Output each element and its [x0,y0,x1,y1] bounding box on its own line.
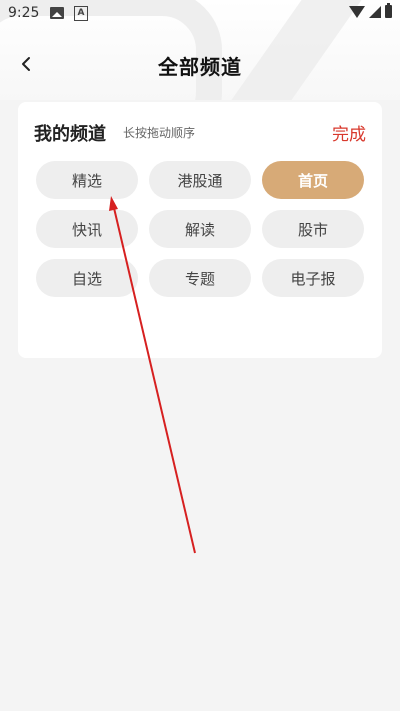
status-bar: 9:25 A [0,0,400,28]
page-title: 全部频道 [158,55,242,79]
signal-icon [369,5,381,18]
channel-chip-jiedu[interactable]: 解读 [149,210,251,248]
channel-chip-dianzibao[interactable]: 电子报 [262,259,364,297]
done-button[interactable]: 完成 [332,120,366,145]
channel-chip-jingxuan[interactable]: 精选 [36,161,138,199]
status-time: 9:25 [8,5,40,21]
status-right-icons [349,3,392,18]
channel-chip-zhuanti[interactable]: 专题 [149,259,251,297]
my-channels-card: 我的频道 长按拖动顺序 完成 精选 港股通 首页 快讯 解读 股市 自选 专题 … [18,102,382,358]
channel-chip-zixuan[interactable]: 自选 [36,259,138,297]
my-channels-title: 我的频道 [34,124,106,145]
a-notification-icon: A [74,6,88,21]
drag-hint: 长按拖动顺序 [123,126,196,140]
wifi-icon [349,5,365,18]
card-header: 我的频道 长按拖动顺序 完成 [34,120,366,146]
channel-chip-ganggutong[interactable]: 港股通 [149,161,251,199]
nav-bar: 全部频道 [0,42,400,86]
battery-icon [385,3,392,18]
channel-chip-gushi[interactable]: 股市 [262,210,364,248]
channel-chip-shouye[interactable]: 首页 [262,161,364,199]
image-notification-icon [50,7,64,19]
channel-chip-kuaixun[interactable]: 快讯 [36,210,138,248]
